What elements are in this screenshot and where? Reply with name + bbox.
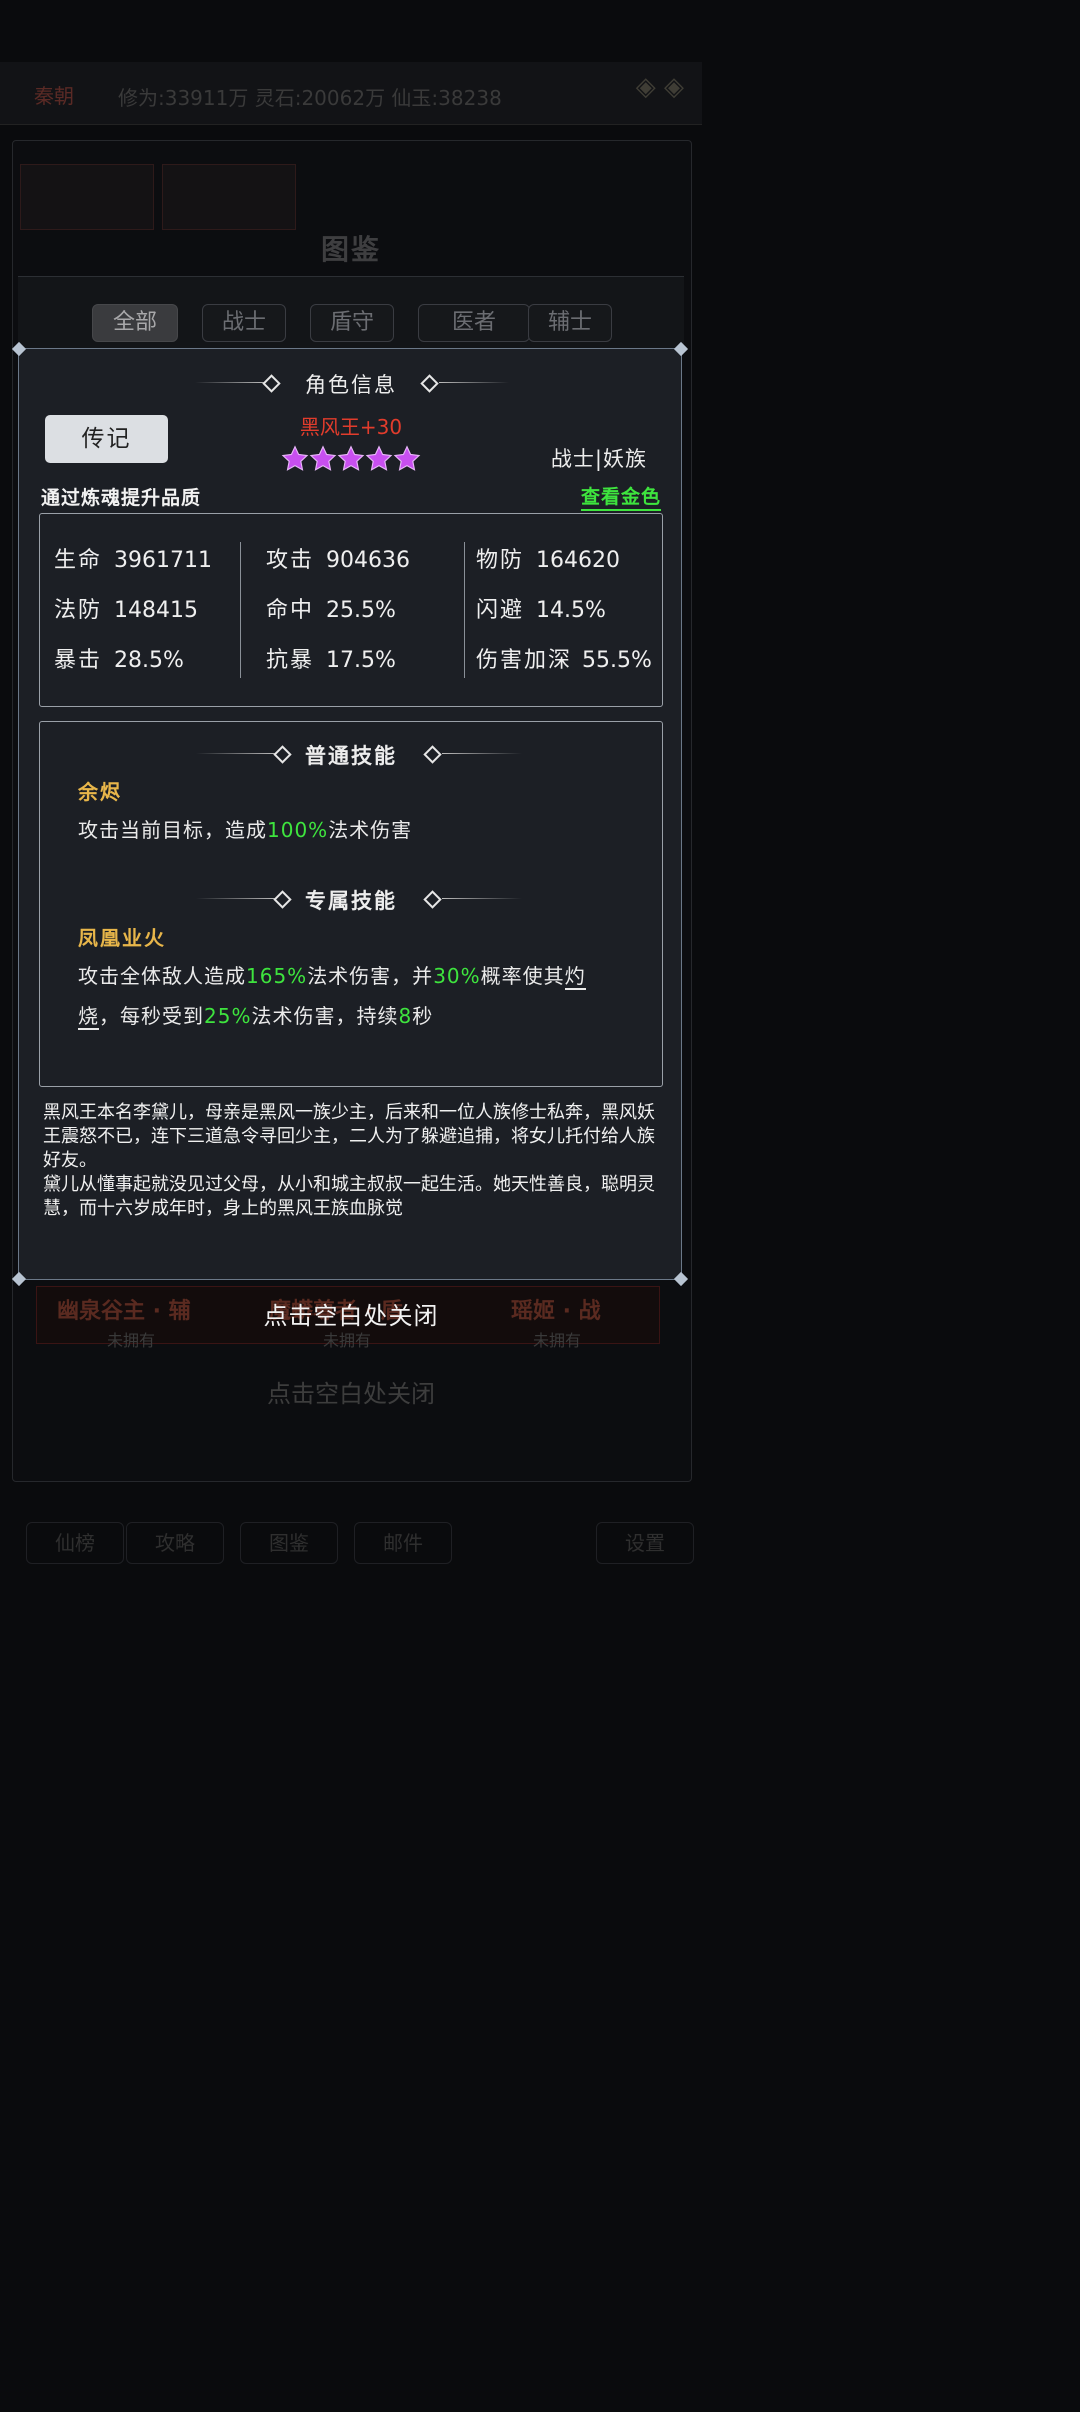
stat-label: 生命 <box>54 548 103 573</box>
stat-value: 55.5% <box>582 648 652 673</box>
stat-value: 3961711 <box>114 548 212 573</box>
nav-ranking[interactable]: 仙榜 <box>26 1522 124 1564</box>
tab-warrior[interactable]: 战士 <box>202 304 286 342</box>
stat-value: 904636 <box>326 548 410 573</box>
stat-magic-defense: 法防 148415 <box>54 592 198 624</box>
tab-support[interactable]: 辅士 <box>528 304 612 342</box>
stat-anti-crit: 抗暴 17.5% <box>266 642 396 674</box>
background-card <box>20 164 154 230</box>
background-card <box>162 164 296 230</box>
stat-hp: 生命 3961711 <box>54 542 212 574</box>
column-divider <box>464 542 465 678</box>
view-gold-link[interactable]: 查看金色 <box>580 482 661 511</box>
hero-class-race: 战士|妖族 <box>550 447 647 471</box>
stat-label: 抗暴 <box>266 648 315 673</box>
column-divider <box>240 542 241 678</box>
stat-label: 伤害加深 <box>476 648 573 673</box>
stats-box: 生命 3961711 攻击 904636 物防 164620 法防 148415 命中 2… <box>39 513 663 707</box>
stat-damage-bonus: 伤害加深 55.5% <box>476 642 652 674</box>
star-icon <box>337 445 365 471</box>
realm-label: 秦朝 <box>34 84 74 108</box>
special-skill-name: 凤凰业火 <box>78 926 166 950</box>
stat-attack: 攻击 904636 <box>266 542 410 574</box>
stat-label: 物防 <box>476 548 525 573</box>
stat-label: 命中 <box>266 598 315 623</box>
biography-text: 黑风王本名李黛儿，母亲是黑风一族少主，后来和一位人族修士私奔，黑风妖王震怒不已，… <box>43 1101 663 1227</box>
nav-settings[interactable]: 设置 <box>596 1522 694 1564</box>
close-hint[interactable]: 点击空白处关闭 <box>0 1296 702 1331</box>
background-title: 图鉴 <box>320 233 381 266</box>
stat-value: 17.5% <box>326 648 396 673</box>
normal-skill-name: 余烬 <box>78 780 122 804</box>
star-icon <box>309 445 337 471</box>
tab-all[interactable]: 全部 <box>92 304 178 342</box>
burn-keyword[interactable]: 烧 <box>78 1004 99 1030</box>
normal-skill-header: 普通技能 <box>305 744 397 768</box>
burn-keyword[interactable]: 灼 <box>564 964 586 990</box>
stat-dodge: 闪避 14.5% <box>476 592 606 624</box>
stat-value: 14.5% <box>536 598 606 623</box>
stat-label: 法防 <box>54 598 103 623</box>
stat-physical-defense: 物防 164620 <box>476 542 620 574</box>
special-skill-description: 攻击全体敌人造成165%法术伤害，并30%概率使其灼 烧，每秒受到25%法术伤害，… <box>78 964 586 1030</box>
star-rating <box>281 445 423 473</box>
nav-mail[interactable]: 邮件 <box>354 1522 452 1564</box>
biography-paragraph: 黛儿从懂事起就没见过父母，从小和城主叔叔一起生活。她天性善良，聪明灵慧，而十六岁… <box>43 1174 655 1219</box>
stat-label: 暴击 <box>54 648 103 673</box>
skills-box: 普通技能 余烬 攻击当前目标，造成100%法术伤害 专属技能 凤凰业火 攻击全体… <box>39 721 663 1087</box>
upgrade-hint: 通过炼魂提升品质 <box>41 487 202 509</box>
normal-skill-description: 攻击当前目标，造成100%法术伤害 <box>78 818 413 842</box>
stat-value: 28.5% <box>114 648 184 673</box>
section-title: 角色信息 <box>305 373 397 397</box>
background-close-hint: 点击空白处关闭 <box>267 1380 435 1408</box>
special-skill-header: 专属技能 <box>305 889 397 913</box>
biography-paragraph: 黑风王本名李黛儿，母亲是黑风一族少主，后来和一位人族修士私奔，黑风妖王震怒不已，… <box>43 1102 655 1171</box>
hero-name: 黑风王+30 <box>299 415 403 439</box>
hero-info-panel: 角色信息 传记 黑风王+30 战士|妖族 通过炼魂提升品质 查看金色 生命 396… <box>11 341 689 1287</box>
star-icon <box>393 445 421 471</box>
stat-hit: 命中 25.5% <box>266 592 396 624</box>
stat-label: 闪避 <box>476 598 525 623</box>
menu-ornament-icon: ◈ ◈ <box>635 72 684 102</box>
stat-value: 164620 <box>536 548 620 573</box>
star-icon <box>281 445 309 471</box>
tab-guardian[interactable]: 盾守 <box>310 304 394 342</box>
top-resource-bar: 秦朝 修为:33911万 灵石:20062万 仙玉:38238 ◈ ◈ <box>0 62 702 125</box>
nav-guide[interactable]: 攻略 <box>126 1522 224 1564</box>
stat-value: 148415 <box>114 598 198 623</box>
stat-label: 攻击 <box>266 548 315 573</box>
stat-value: 25.5% <box>326 598 396 623</box>
resource-stats: 修为:33911万 灵石:20062万 仙玉:38238 <box>118 86 502 110</box>
tab-healer[interactable]: 医者 <box>418 304 530 342</box>
nav-codex[interactable]: 图鉴 <box>240 1522 338 1564</box>
star-icon <box>365 445 393 471</box>
stat-crit: 暴击 28.5% <box>54 642 184 674</box>
